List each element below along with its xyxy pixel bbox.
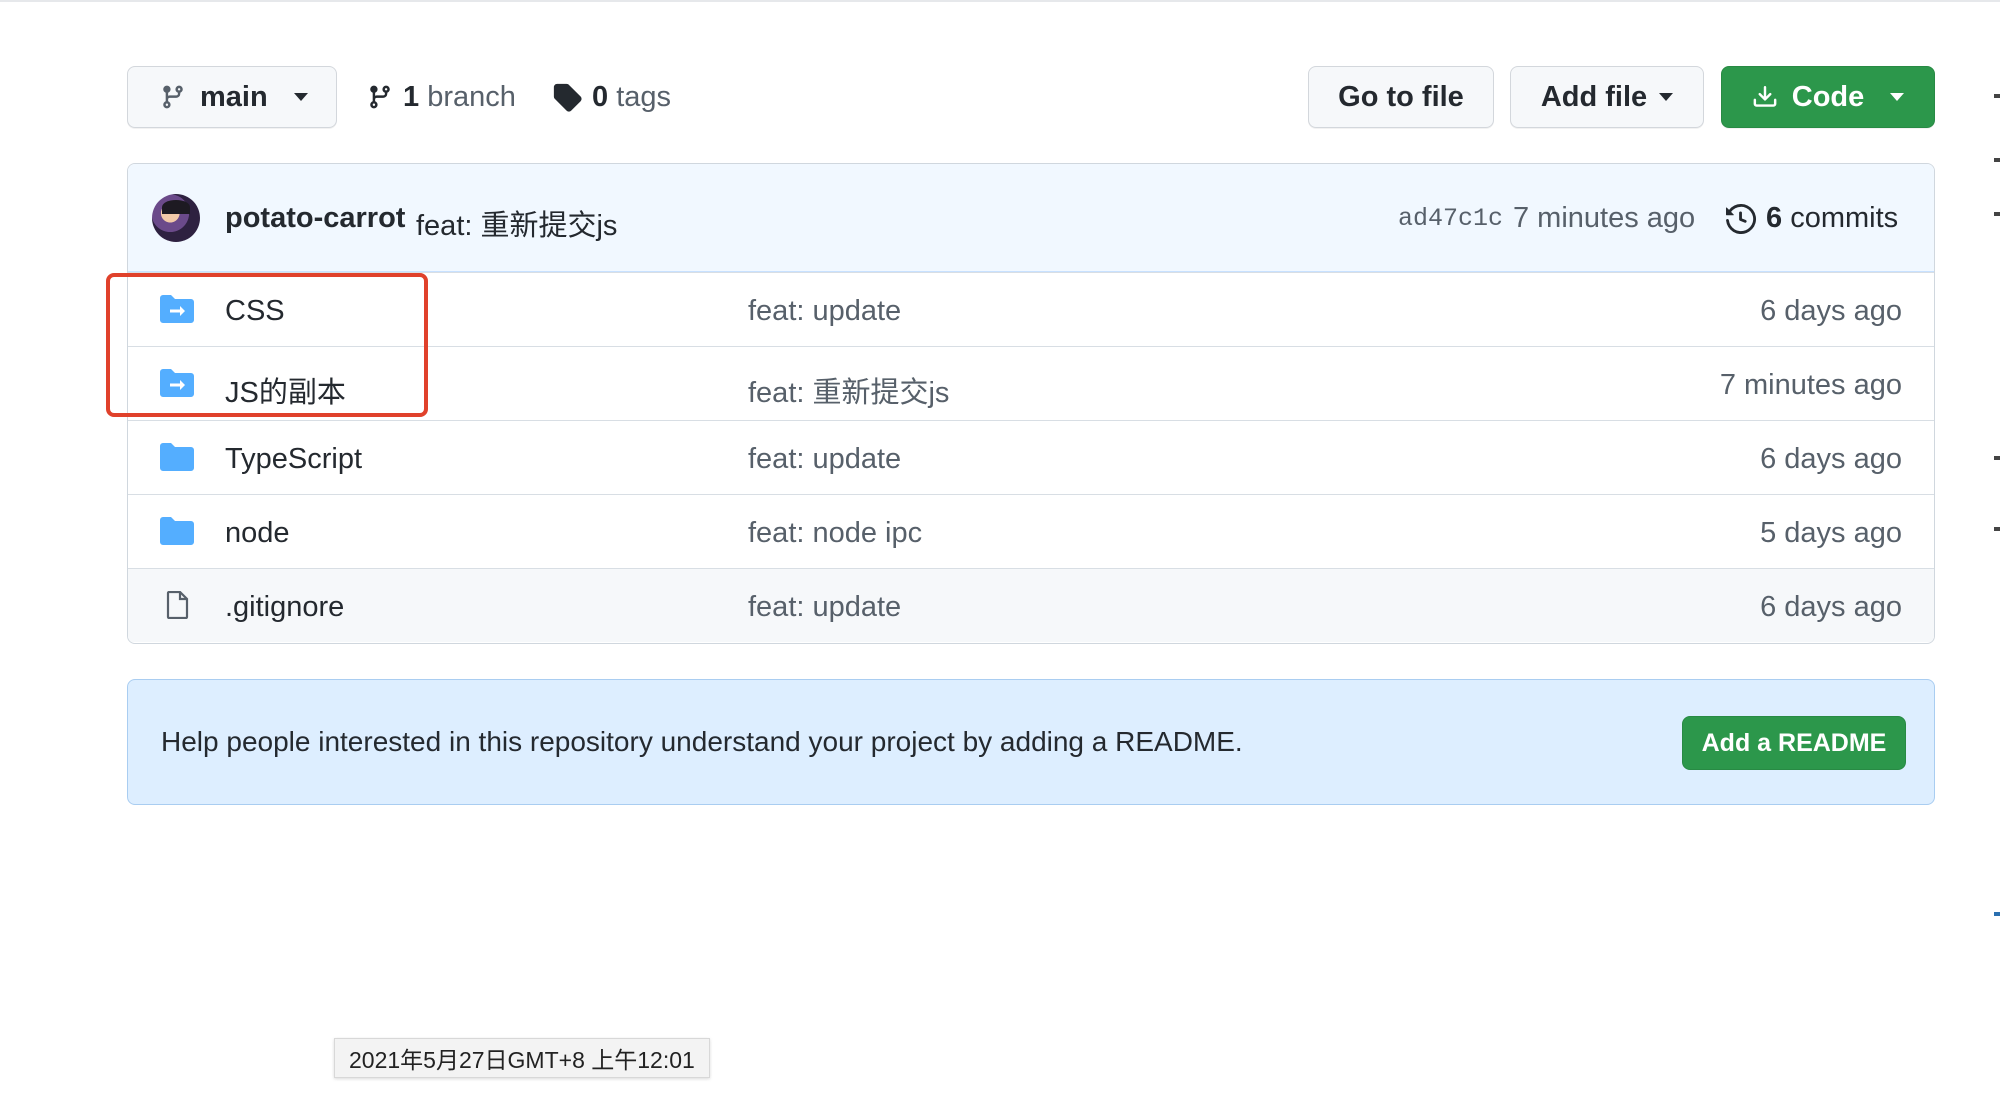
commits-history-link[interactable]: 6 commits (1726, 202, 1898, 235)
commit-sha[interactable]: ad47c1c (1398, 204, 1503, 233)
history-icon (1726, 203, 1756, 234)
file-row[interactable]: JS的副本 feat: 重新提交js 7 minutes ago (128, 346, 1934, 420)
file-listing: potato-carrot feat: 重新提交js ad47c1c 7 min… (127, 163, 1935, 644)
file-row[interactable]: TypeScript feat: update 6 days ago (128, 420, 1934, 494)
top-divider (0, 0, 2000, 2)
file-age: 7 minutes ago (1719, 369, 1902, 401)
file-row[interactable]: CSS feat: update 6 days ago (128, 272, 1934, 346)
readme-banner: Help people interested in this repositor… (127, 679, 1935, 805)
file-age: 6 days ago (1760, 443, 1902, 475)
file-commit-message[interactable]: feat: update (748, 443, 901, 476)
go-to-file-label: Go to file (1338, 80, 1464, 113)
commit-time: 7 minutes ago (1513, 202, 1696, 234)
file-commit-message[interactable]: feat: update (748, 591, 901, 624)
file-commit-message[interactable]: feat: 重新提交js (748, 369, 949, 411)
avatar[interactable] (152, 194, 200, 242)
file-name[interactable]: CSS (225, 295, 285, 328)
file-commit-message[interactable]: feat: update (748, 295, 901, 328)
commits-count: 6 (1766, 202, 1783, 234)
add-readme-button[interactable]: Add a README (1682, 716, 1906, 770)
file-age: 5 days ago (1760, 517, 1902, 549)
folder-icon (160, 517, 194, 545)
tags-link[interactable]: 0 tags (552, 66, 671, 128)
tooltip-text: 2021年5月27日GMT+8 上午12:01 (349, 1047, 695, 1073)
code-button[interactable]: Code (1721, 66, 1935, 128)
code-label: Code (1791, 80, 1865, 113)
chevron-down-icon (1890, 93, 1905, 101)
branch-count: 1 (403, 80, 420, 113)
file-name[interactable]: TypeScript (225, 443, 362, 476)
submodule-folder-icon (160, 369, 194, 397)
tag-count: 0 (592, 80, 609, 113)
commit-message[interactable]: feat: 重新提交js (416, 202, 617, 244)
branches-link[interactable]: 1 branch (367, 66, 516, 128)
commits-label: commits (1790, 202, 1899, 234)
branch-label: branch (427, 80, 516, 113)
add-file-button[interactable]: Add file (1510, 66, 1704, 128)
date-tooltip: 2021年5月27日GMT+8 上午12:01 (334, 1038, 710, 1078)
git-branch-icon (370, 85, 390, 109)
branch-select-button[interactable]: main (127, 66, 337, 128)
add-file-label: Add file (1540, 80, 1648, 113)
edge-artifact (1994, 158, 2000, 162)
folder-icon (160, 443, 194, 471)
submodule-folder-icon (160, 295, 194, 323)
latest-commit-bar: potato-carrot feat: 重新提交js ad47c1c 7 min… (128, 164, 1934, 272)
edge-artifact (1994, 456, 2000, 460)
tag-label: tags (616, 80, 672, 113)
readme-banner-text: Help people interested in this repositor… (161, 726, 1243, 757)
edge-artifact (1994, 527, 2000, 531)
file-name[interactable]: JS的副本 (225, 369, 346, 411)
tag-icon (553, 83, 582, 112)
git-branch-icon (163, 85, 183, 109)
chevron-down-icon (1659, 93, 1674, 101)
file-age: 6 days ago (1760, 591, 1902, 623)
download-icon (1753, 86, 1777, 107)
file-commit-message[interactable]: feat: node ipc (748, 517, 922, 550)
add-readme-label: Add a README (1701, 728, 1887, 757)
file-icon (166, 591, 189, 619)
edge-artifact (1994, 94, 2000, 98)
edge-artifact (1994, 212, 2000, 216)
go-to-file-button[interactable]: Go to file (1308, 66, 1494, 128)
branch-name: main (200, 80, 268, 113)
edge-artifact (1994, 912, 2000, 916)
file-age: 6 days ago (1760, 295, 1902, 327)
file-row[interactable]: node feat: node ipc 5 days ago (128, 494, 1934, 568)
file-row[interactable]: .gitignore feat: update 6 days ago (128, 568, 1934, 642)
file-name[interactable]: .gitignore (225, 591, 344, 624)
file-name[interactable]: node (225, 517, 290, 550)
repo-toolbar: main 1 branch 0 tags Go to file Add file… (127, 66, 1935, 130)
commit-author[interactable]: potato-carrot (225, 202, 405, 235)
chevron-down-icon (293, 93, 308, 101)
